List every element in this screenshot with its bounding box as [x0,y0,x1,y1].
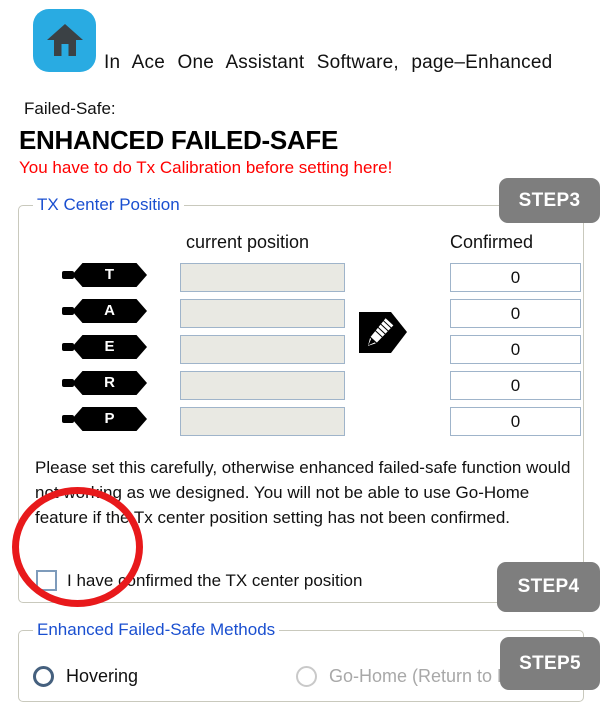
radio-go-home-circle [296,666,317,687]
table-row: E 0 [0,335,605,365]
confirmed-input-a[interactable]: 0 [450,299,581,328]
methods-panel-legend: Enhanced Failed-Safe Methods [33,620,280,640]
confirmed-input-r[interactable]: 0 [450,371,581,400]
step5-badge: STEP5 [500,637,600,690]
column-header-confirmed: Confirmed [450,232,534,252]
radio-option-hovering[interactable]: Hovering [33,666,138,687]
subtitle: Failed-Safe: [24,99,116,118]
table-row: R 0 [0,371,605,401]
confirm-tx-center-checkbox-row[interactable]: I have confirmed the TX center position [36,568,362,593]
current-position-input-p[interactable] [180,407,345,436]
channel-badge-label: E [72,335,147,359]
column-header-current-position: current position [186,232,310,252]
page-title: ENHANCED FAILED-SAFE [19,125,339,155]
current-position-input-e[interactable] [180,335,345,364]
radio-hovering-circle[interactable] [33,666,54,687]
home-icon [33,9,96,72]
current-position-input-r[interactable] [180,371,345,400]
calibration-warning: You have to do Tx Calibration before set… [19,158,393,177]
table-row: T 0 [0,263,605,293]
breadcrumb: In Ace One Assistant Software, page–Enha… [104,52,553,73]
current-position-input-t[interactable] [180,263,345,292]
confirmed-input-e[interactable]: 0 [450,335,581,364]
channel-badge-label: R [72,371,147,395]
channel-badge-a: A [62,299,147,323]
channel-badge-t: T [62,263,147,287]
channel-badge-label: P [72,407,147,431]
channel-badge-e: E [62,335,147,359]
tx-center-note: Please set this carefully, otherwise enh… [35,458,571,527]
pencil-edit-icon [357,310,409,355]
table-row: A 0 [0,299,605,329]
channel-badge-p: P [62,407,147,431]
step3-badge: STEP3 [499,178,600,223]
confirmed-input-t[interactable]: 0 [450,263,581,292]
header: In Ace One Assistant Software, page–Enha… [0,0,605,88]
channel-badge-label: A [72,299,147,323]
current-position-input-a[interactable] [180,299,345,328]
channel-badge-r: R [62,371,147,395]
step4-badge: STEP4 [497,562,600,612]
channel-badge-label: T [72,263,147,287]
tx-panel-legend: TX Center Position [33,195,184,215]
confirm-tx-center-label: I have confirmed the TX center position [67,570,363,590]
radio-hovering-label: Hovering [66,666,139,686]
confirm-tx-center-checkbox[interactable] [36,570,57,591]
table-row: P 0 [0,407,605,437]
confirmed-input-p[interactable]: 0 [450,407,581,436]
